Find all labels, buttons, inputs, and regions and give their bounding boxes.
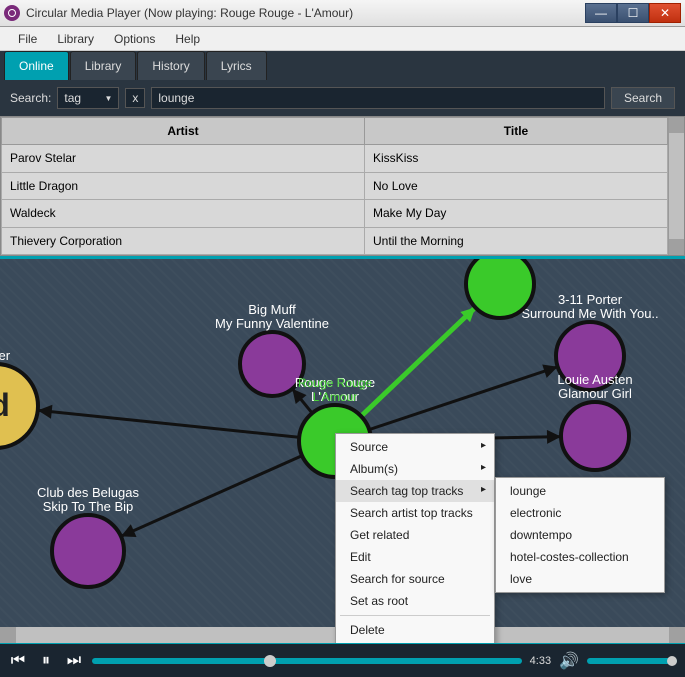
table-row[interactable]: Thievery CorporationUntil the Morning [2,227,668,255]
svg-text:3-11 Porter: 3-11 Porter [558,292,623,307]
tab-online[interactable]: Online [4,51,69,80]
menu-item[interactable]: Source [336,436,494,458]
menu-item[interactable]: Delete siblings [336,641,494,643]
menu-item[interactable]: Album(s) [336,458,494,480]
search-label: Search: [10,91,51,105]
submenu-item[interactable]: electronic [496,502,664,524]
svg-text:Rouge Rouge: Rouge Rouge [298,376,372,390]
menu-file[interactable]: File [8,28,47,50]
search-button[interactable]: Search [611,87,675,109]
svg-text:Glamour Girl: Glamour Girl [558,386,632,401]
search-input[interactable] [151,87,605,109]
table-scrollbar[interactable] [668,117,684,255]
graph-view[interactable]: dloserdBig MuffMy Funny ValentineRouge R… [0,256,685,643]
menu-item[interactable]: Edit [336,546,494,568]
svg-text:d: d [0,387,10,423]
tab-library[interactable]: Library [70,51,137,80]
svg-text:Surround Me With You..: Surround Me With You.. [521,306,658,321]
graph-node[interactable] [52,515,124,587]
menu-help[interactable]: Help [165,28,210,50]
minimize-button[interactable]: — [585,3,617,23]
svg-text:Skip To The Bip: Skip To The Bip [43,499,134,514]
window-title: Circular Media Player (Now playing: Roug… [26,6,585,20]
col-title[interactable]: Title [365,118,668,145]
menu-item[interactable]: Search for source [336,568,494,590]
graph-node[interactable] [561,402,629,470]
prev-button[interactable]: ⏮ [8,652,28,670]
volume-icon[interactable]: 🔊 [559,651,579,671]
close-button[interactable]: ✕ [649,3,681,23]
search-mode-select[interactable]: tag [57,87,119,109]
tab-history[interactable]: History [137,51,204,80]
next-button[interactable]: ⏭ [64,652,84,670]
seek-slider[interactable] [92,658,522,664]
graph-node[interactable] [466,259,534,318]
tabbar: Online Library History Lyrics [0,51,685,80]
svg-text:My Funny Valentine: My Funny Valentine [215,316,329,331]
table-row[interactable]: Parov StelarKissKiss [2,145,668,173]
app-icon [4,5,20,21]
submenu-item[interactable]: hotel-costes-collection [496,546,664,568]
maximize-button[interactable]: ☐ [617,3,649,23]
menu-item[interactable]: Search artist top tracks [336,502,494,524]
menu-item[interactable]: Get related [336,524,494,546]
player-bar: ⏮ ⏸ ⏭ 4:33 🔊 [0,643,685,677]
submenu-item[interactable]: love [496,568,664,590]
submenu-item[interactable]: downtempo [496,524,664,546]
menu-item[interactable]: Delete [336,619,494,641]
tab-lyrics[interactable]: Lyrics [206,51,267,80]
searchbar: Search: tag x Search [0,80,685,116]
svg-text:L'Amour: L'Amour [313,390,357,404]
svg-text:Louie Austen: Louie Austen [557,372,632,387]
clear-search-button[interactable]: x [125,88,145,108]
submenu-item[interactable]: lounge [496,480,664,502]
context-submenu: loungeelectronicdowntempohotel-costes-co… [495,477,665,593]
time-display: 4:33 [530,655,551,667]
volume-slider[interactable] [587,658,677,664]
svg-text:Club des Belugas: Club des Belugas [37,485,139,500]
svg-text:loser: loser [0,348,11,363]
menu-options[interactable]: Options [104,28,165,50]
context-menu: SourceAlbum(s)Search tag top tracksSearc… [335,433,495,643]
titlebar: Circular Media Player (Now playing: Roug… [0,0,685,27]
menu-item[interactable]: Set as root [336,590,494,612]
results-table: Artist Title Parov StelarKissKissLittle … [0,116,685,256]
menubar: File Library Options Help [0,27,685,51]
table-row[interactable]: WaldeckMake My Day [2,200,668,228]
pause-button[interactable]: ⏸ [36,652,56,670]
menu-library[interactable]: Library [47,28,104,50]
menu-item[interactable]: Search tag top tracks [336,480,494,502]
col-artist[interactable]: Artist [2,118,365,145]
table-row[interactable]: Little DragonNo Love [2,172,668,200]
svg-text:Big Muff: Big Muff [248,302,296,317]
